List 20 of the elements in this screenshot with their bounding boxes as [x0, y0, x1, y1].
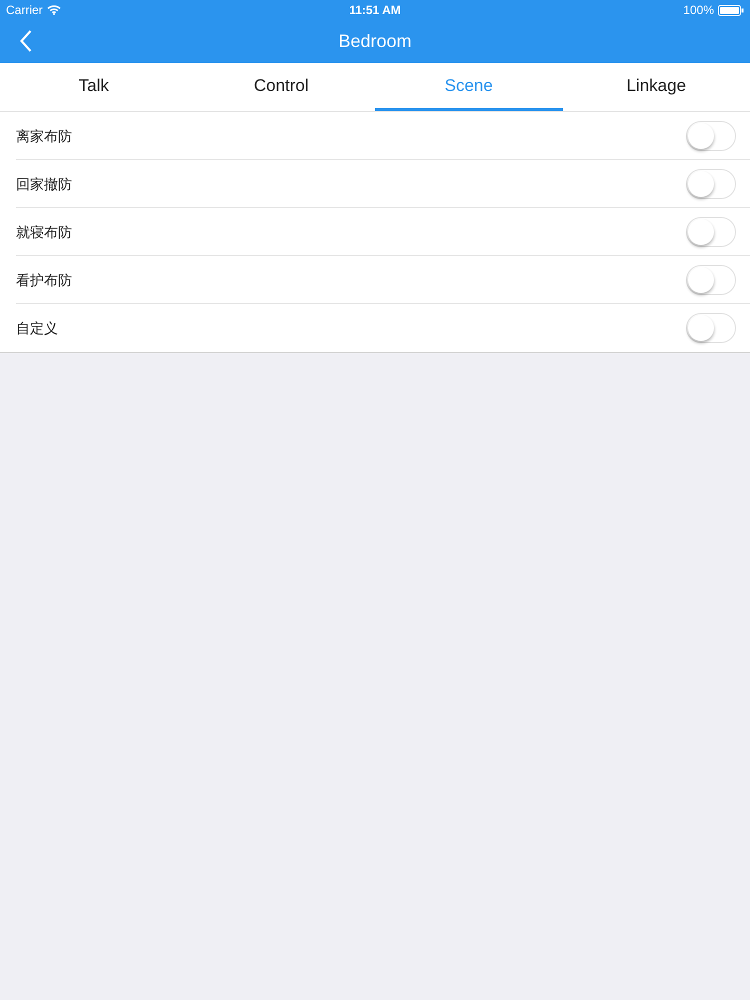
scene-label: 离家布防 — [16, 126, 73, 146]
nav-title: Bedroom — [338, 30, 412, 53]
wifi-icon — [46, 5, 61, 15]
battery-percent: 100% — [683, 2, 714, 19]
toggle-switch[interactable] — [686, 313, 736, 343]
toggle-switch[interactable] — [686, 217, 736, 247]
scene-label: 自定义 — [16, 318, 59, 338]
scene-label: 看护布防 — [16, 270, 73, 290]
tab[interactable]: Control — [188, 63, 375, 111]
tab[interactable]: Talk — [0, 63, 188, 111]
toggle-switch[interactable] — [686, 169, 736, 199]
scene-label: 就寝布防 — [16, 222, 73, 242]
toggle-switch[interactable] — [686, 121, 736, 151]
back-chevron-icon — [20, 30, 32, 52]
carrier-label: Carrier — [6, 2, 43, 19]
scene-label: 回家撤防 — [16, 174, 73, 194]
clock-time: 11:51 AM — [349, 2, 401, 19]
battery-icon — [718, 4, 744, 16]
tab[interactable]: Linkage — [562, 63, 750, 111]
toggle-switch[interactable] — [686, 265, 736, 295]
